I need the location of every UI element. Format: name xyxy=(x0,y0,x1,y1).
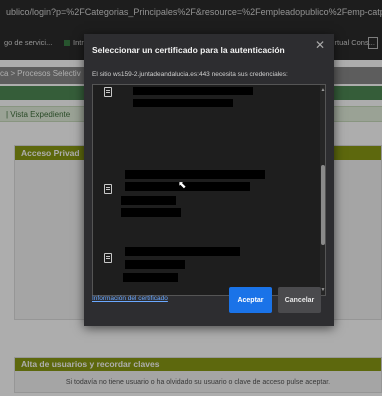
scrollbar[interactable]: ▲ ▼ xyxy=(320,85,325,295)
accept-button[interactable]: Aceptar xyxy=(229,287,272,313)
certificate-item[interactable] xyxy=(93,247,315,292)
redacted-text xyxy=(123,273,178,282)
scroll-thumb[interactable] xyxy=(321,165,325,245)
redacted-text xyxy=(133,99,233,107)
mouse-cursor-icon: ⬉ xyxy=(178,180,187,191)
close-icon[interactable]: ✕ xyxy=(315,38,325,52)
cancel-button[interactable]: Cancelar xyxy=(278,287,321,313)
redacted-text xyxy=(121,208,181,217)
redacted-text xyxy=(133,87,253,95)
certificate-item[interactable] xyxy=(93,170,315,230)
redacted-text xyxy=(125,170,265,179)
certificate-list[interactable]: ▲ ▼ xyxy=(92,84,326,296)
certificate-dialog: Seleccionar un certificado para la auten… xyxy=(84,34,334,326)
redacted-text xyxy=(125,182,250,191)
scroll-up-icon[interactable]: ▲ xyxy=(320,87,325,93)
dialog-subtitle: El sitio ws159-2.juntadeandalucia.es:443… xyxy=(92,71,288,78)
certificate-info-link[interactable]: Información del certificado xyxy=(92,295,168,302)
dialog-title: Seleccionar un certificado para la auten… xyxy=(92,45,285,55)
redacted-text xyxy=(125,260,185,269)
certificate-item[interactable] xyxy=(93,85,315,115)
certificate-icon xyxy=(104,184,112,194)
redacted-text xyxy=(125,247,240,256)
certificate-icon xyxy=(104,87,112,97)
certificate-icon xyxy=(104,253,112,263)
redacted-text xyxy=(121,196,176,205)
